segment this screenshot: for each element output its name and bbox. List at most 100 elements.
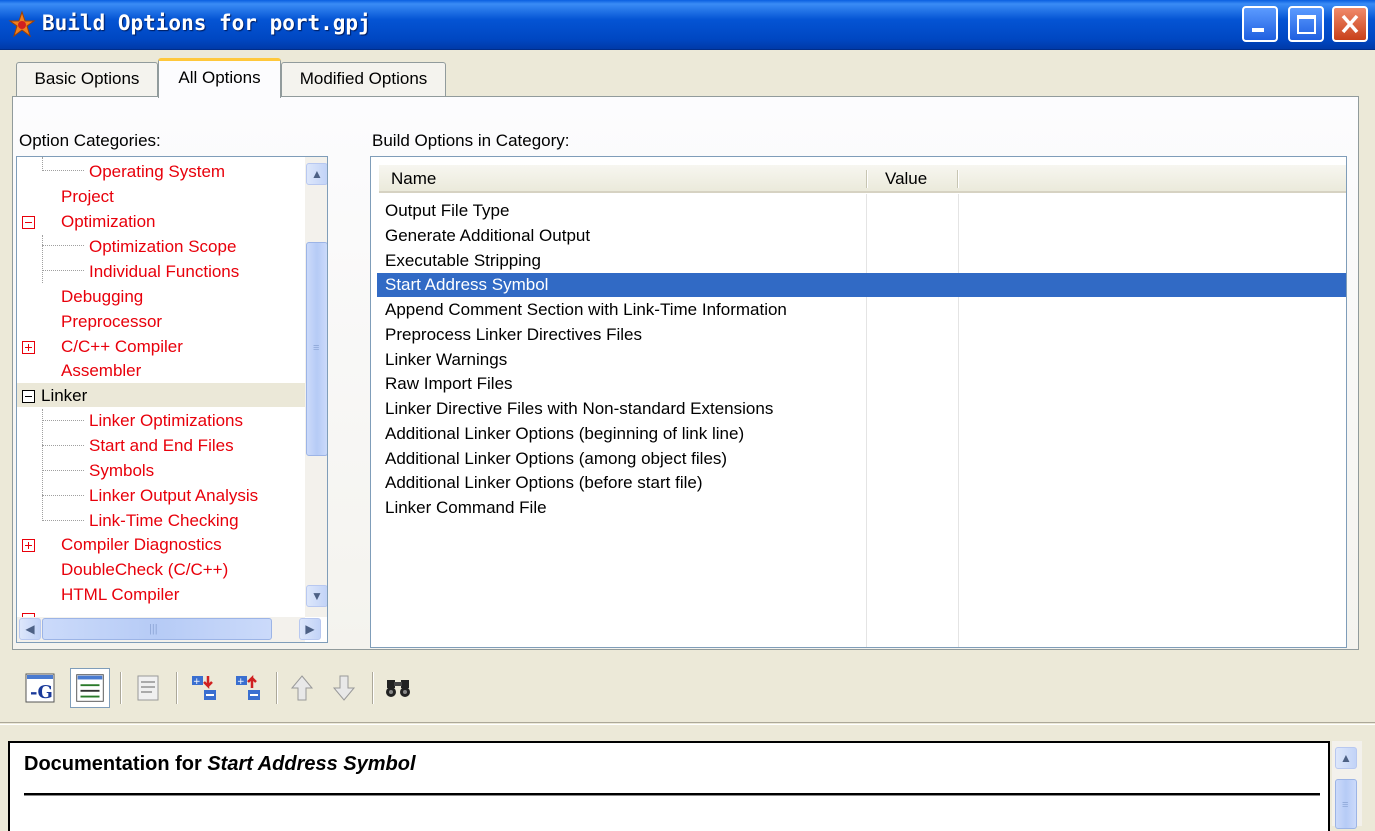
option-row-preprocess-linker-directives[interactable]: Preprocess Linker Directives Files bbox=[377, 323, 1346, 347]
tree-item-start-end-files[interactable]: Start and End Files bbox=[89, 434, 234, 458]
option-row-additional-linker-options-before[interactable]: Additional Linker Options (before start … bbox=[377, 471, 1346, 495]
edit-option-icon[interactable] bbox=[128, 668, 168, 708]
build-options-label: Build Options in Category: bbox=[372, 131, 570, 150]
documentation-rule bbox=[24, 793, 1320, 796]
show-option-names-icon bbox=[76, 674, 104, 702]
option-categories-tree[interactable]: Operating System Project Optimization Op… bbox=[16, 156, 328, 643]
expand-compiler-diagnostics-icon[interactable] bbox=[22, 539, 35, 552]
tree-item-individual-functions[interactable]: Individual Functions bbox=[89, 260, 239, 284]
tree-item-optimization[interactable]: Optimization bbox=[61, 210, 155, 234]
documentation-scrollbar[interactable]: ▲ ≡ bbox=[1332, 741, 1362, 829]
option-row-raw-import-files[interactable]: Raw Import Files bbox=[377, 372, 1346, 396]
grip-icon: ||| bbox=[149, 623, 158, 635]
grid-header: Name Value bbox=[379, 165, 1346, 193]
tree-item-linker-optimizations[interactable]: Linker Optimizations bbox=[89, 409, 243, 433]
tree-scroll-thumb[interactable]: ≡ bbox=[306, 242, 327, 456]
tree-item-linker-output-analysis[interactable]: Linker Output Analysis bbox=[89, 484, 258, 508]
scroll-right-icon[interactable]: ▶ bbox=[299, 618, 321, 640]
tree-item-compiler-diagnostics[interactable]: Compiler Diagnostics bbox=[61, 533, 222, 557]
doc-scroll-thumb[interactable]: ≡ bbox=[1335, 779, 1357, 829]
pane-splitter[interactable] bbox=[0, 722, 1375, 725]
doc-scroll-up-icon[interactable]: ▲ bbox=[1335, 747, 1357, 769]
option-row-additional-linker-options-beginning[interactable]: Additional Linker Options (beginning of … bbox=[377, 422, 1346, 446]
option-row-append-comment-section[interactable]: Append Comment Section with Link-Time In… bbox=[377, 298, 1346, 322]
toolbar-separator bbox=[372, 672, 374, 704]
tree-connector bbox=[42, 420, 84, 421]
tree-connector bbox=[42, 520, 84, 521]
option-row-additional-linker-options-among[interactable]: Additional Linker Options (among object … bbox=[377, 447, 1346, 471]
tree-item-optimization-scope[interactable]: Optimization Scope bbox=[89, 235, 236, 259]
option-row-executable-stripping[interactable]: Executable Stripping bbox=[377, 249, 1346, 273]
grip-icon: ≡ bbox=[1342, 799, 1349, 811]
title-bar[interactable]: Build Options for port.gpj bbox=[0, 0, 1375, 50]
tree-item-html-compiler[interactable]: HTML Compiler bbox=[61, 583, 179, 607]
move-up-icon[interactable] bbox=[282, 668, 322, 708]
maximize-button[interactable] bbox=[1288, 6, 1324, 42]
scroll-up-icon[interactable]: ▲ bbox=[306, 163, 327, 185]
svg-text:+: + bbox=[193, 677, 201, 687]
collapse-optimization-icon[interactable] bbox=[22, 216, 35, 229]
tree-connector bbox=[42, 235, 43, 283]
tree-item-link-time-checking[interactable]: Link-Time Checking bbox=[89, 509, 239, 533]
tab-modified-options[interactable]: Modified Options bbox=[281, 62, 446, 96]
column-header-value[interactable]: Value bbox=[885, 169, 927, 189]
tree-connector bbox=[42, 445, 84, 446]
scroll-left-icon[interactable]: ◀ bbox=[19, 618, 41, 640]
expand-cpp-compiler-icon[interactable] bbox=[22, 341, 35, 354]
tab-basic-options[interactable]: Basic Options bbox=[16, 62, 158, 96]
option-row-linker-command-file[interactable]: Linker Command File bbox=[377, 496, 1346, 520]
tab-all-options[interactable]: All Options bbox=[158, 58, 281, 98]
options-toolbar: -G + + bbox=[12, 664, 442, 714]
tree-connector bbox=[42, 409, 43, 521]
tree-item-doublecheck[interactable]: DoubleCheck (C/C++) bbox=[61, 558, 228, 582]
build-options-grid[interactable]: Name Value Output File Type Generate Add… bbox=[370, 156, 1347, 648]
documentation-subject: Start Address Symbol bbox=[207, 753, 416, 775]
toolbar-separator bbox=[120, 672, 122, 704]
show-option-names-button[interactable] bbox=[70, 668, 110, 708]
scroll-down-icon[interactable]: ▼ bbox=[306, 585, 327, 607]
option-categories-label: Option Categories: bbox=[19, 131, 161, 150]
close-button[interactable] bbox=[1332, 6, 1368, 42]
tree-item-project[interactable]: Project bbox=[61, 185, 114, 209]
move-down-icon[interactable] bbox=[324, 668, 364, 708]
svg-text:-G: -G bbox=[30, 682, 53, 703]
tree-connector bbox=[42, 470, 84, 471]
tree-item-operating-system[interactable]: Operating System bbox=[89, 160, 225, 184]
tree-item-debugging[interactable]: Debugging bbox=[61, 285, 143, 309]
tree-item-preprocessor[interactable]: Preprocessor bbox=[61, 310, 162, 334]
tree-item-assembler[interactable]: Assembler bbox=[61, 359, 141, 383]
option-row-generate-additional-output[interactable]: Generate Additional Output bbox=[377, 224, 1346, 248]
option-row-start-address-symbol[interactable]: Start Address Symbol bbox=[377, 273, 1346, 297]
option-row-linker-warnings[interactable]: Linker Warnings bbox=[377, 348, 1346, 372]
documentation-title: Documentation for Start Address Symbol bbox=[24, 753, 416, 776]
svg-text:+: + bbox=[237, 677, 245, 687]
tree-connector bbox=[42, 245, 84, 246]
window-title: Build Options for port.gpj bbox=[42, 11, 371, 35]
remove-option-icon[interactable]: + bbox=[228, 668, 268, 708]
documentation-pane: Documentation for Start Address Symbol bbox=[8, 741, 1330, 831]
show-command-line-icon[interactable]: -G bbox=[20, 668, 60, 708]
minimize-button[interactable] bbox=[1242, 6, 1278, 42]
column-divider[interactable] bbox=[866, 170, 868, 188]
option-row-linker-directive-files-nonstandard[interactable]: Linker Directive Files with Non-standard… bbox=[377, 397, 1346, 421]
tree-vertical-scrollbar[interactable]: ▲ ≡ ▼ bbox=[305, 157, 327, 617]
close-icon bbox=[1341, 14, 1359, 34]
collapse-linker-icon[interactable] bbox=[22, 390, 35, 403]
tree-connector bbox=[42, 270, 84, 271]
documentation-prefix: Documentation for bbox=[24, 753, 208, 775]
column-header-name[interactable]: Name bbox=[391, 169, 436, 189]
tree-horizontal-scrollbar[interactable]: ◀ ||| ▶ bbox=[17, 617, 321, 642]
minimize-icon bbox=[1252, 28, 1264, 32]
tree-connector bbox=[42, 170, 84, 171]
tree-item-cpp-compiler[interactable]: C/C++ Compiler bbox=[61, 335, 183, 359]
add-option-icon[interactable]: + bbox=[184, 668, 224, 708]
find-binoculars-icon[interactable] bbox=[378, 668, 418, 708]
tree-hscroll-thumb[interactable]: ||| bbox=[42, 618, 272, 640]
tree-item-symbols[interactable]: Symbols bbox=[89, 459, 154, 483]
tree-item-linker[interactable]: Linker bbox=[41, 384, 87, 408]
option-row-output-file-type[interactable]: Output File Type bbox=[377, 199, 1346, 223]
maximize-icon bbox=[1297, 15, 1316, 34]
column-divider[interactable] bbox=[957, 170, 959, 188]
grip-icon: ≡ bbox=[313, 342, 320, 354]
toolbar-separator bbox=[276, 672, 278, 704]
